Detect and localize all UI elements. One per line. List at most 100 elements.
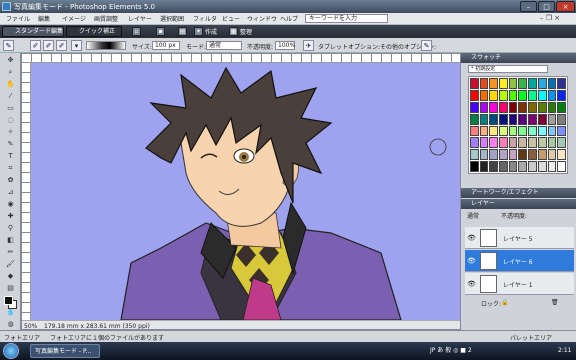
straighten-tool-icon[interactable]: ⊿ bbox=[5, 187, 16, 197]
blend-mode-select[interactable]: 通常 bbox=[467, 211, 479, 220]
color-swatch[interactable] bbox=[557, 89, 566, 101]
brush-tool-icon[interactable]: ✎ bbox=[3, 40, 14, 51]
color-swatch[interactable] bbox=[508, 125, 518, 137]
color-swatch[interactable] bbox=[557, 125, 566, 137]
eye-icon[interactable]: 👁 bbox=[467, 280, 476, 288]
color-swatch[interactable] bbox=[537, 125, 547, 137]
magic-wand-tool-icon[interactable]: ✧ bbox=[5, 127, 16, 137]
zoom-level[interactable]: 50% bbox=[24, 323, 37, 329]
brush-preset-picker[interactable]: ▾ bbox=[71, 40, 82, 51]
color-swatch[interactable] bbox=[537, 149, 547, 161]
color-swatch[interactable] bbox=[537, 78, 547, 89]
sponge-tool-icon[interactable]: ◍ bbox=[5, 319, 16, 329]
tab-standard-edit[interactable]: スタンダード編集 bbox=[2, 26, 64, 37]
swatch-set-select[interactable]: * 初期設定 bbox=[468, 65, 548, 73]
document-window-controls[interactable]: – ❐ × bbox=[540, 14, 560, 22]
color-swatch[interactable] bbox=[499, 113, 508, 125]
color-swatch[interactable] bbox=[557, 149, 566, 161]
clone-stamp-tool-icon[interactable]: ⚲ bbox=[5, 223, 16, 233]
crop-tool-icon[interactable]: ⌗ bbox=[5, 163, 16, 173]
color-swatch[interactable] bbox=[518, 89, 528, 101]
color-swatch[interactable] bbox=[470, 113, 479, 125]
color-swatch[interactable] bbox=[547, 161, 557, 172]
start-button[interactable] bbox=[3, 343, 19, 359]
color-swatch[interactable] bbox=[518, 101, 528, 113]
color-swatch[interactable] bbox=[479, 113, 489, 125]
color-swatch[interactable] bbox=[499, 137, 508, 149]
color-swatch[interactable] bbox=[499, 161, 508, 172]
minimize-button[interactable]: – bbox=[520, 1, 537, 12]
artwork-effects-panel-header[interactable]: アートワーク/エフェクト bbox=[461, 188, 576, 198]
color-swatch[interactable] bbox=[518, 161, 528, 172]
color-swatch[interactable] bbox=[518, 149, 528, 161]
marquee-tool-icon[interactable]: ▭ bbox=[5, 103, 16, 113]
color-swatch[interactable] bbox=[499, 78, 508, 89]
color-swatch[interactable] bbox=[528, 125, 537, 137]
new-file-icon[interactable]: ▫ bbox=[132, 27, 141, 36]
color-swatch[interactable] bbox=[479, 101, 489, 113]
color-swatch[interactable] bbox=[470, 78, 479, 89]
color-swatch[interactable] bbox=[557, 137, 566, 149]
organize-icon[interactable]: ▦ bbox=[229, 27, 238, 36]
layer-row[interactable]: 👁 レイヤー 1 bbox=[465, 273, 574, 295]
menu-view[interactable]: ビュー bbox=[222, 14, 240, 23]
color-swatch[interactable] bbox=[547, 89, 557, 101]
color-swatch[interactable] bbox=[470, 125, 479, 137]
opacity-input[interactable]: 100% bbox=[275, 41, 295, 50]
photo-bin-toggle[interactable]: フォトエリア bbox=[4, 333, 40, 342]
selection-brush-tool-icon[interactable]: ✎ bbox=[5, 139, 16, 149]
layers-panel-header[interactable]: レイヤー bbox=[461, 199, 576, 209]
color-swatch[interactable] bbox=[528, 149, 537, 161]
color-swatch[interactable] bbox=[547, 101, 557, 113]
gradient-tool-icon[interactable]: ▤ bbox=[5, 283, 16, 293]
color-swatch[interactable] bbox=[479, 78, 489, 89]
color-swatch[interactable] bbox=[479, 161, 489, 172]
color-swatch[interactable] bbox=[508, 149, 518, 161]
brush-options-icon[interactable]: ✎ bbox=[421, 40, 432, 51]
hand-tool-icon[interactable]: ✋ bbox=[5, 79, 16, 89]
red-eye-tool-icon[interactable]: ◉ bbox=[5, 199, 16, 209]
eyedropper-tool-icon[interactable]: ⁄ bbox=[5, 91, 16, 101]
menu-edit[interactable]: 編集 bbox=[38, 14, 50, 23]
color-swatch[interactable] bbox=[489, 125, 499, 137]
healing-brush-tool-icon[interactable]: ✚ bbox=[5, 211, 16, 221]
color-swatch[interactable] bbox=[557, 78, 566, 89]
print-icon[interactable]: ▤ bbox=[178, 27, 187, 36]
color-swatch[interactable] bbox=[537, 89, 547, 101]
help-search-input[interactable]: キーワードを入力 bbox=[305, 14, 388, 23]
color-swatch[interactable] bbox=[518, 113, 528, 125]
organize-button[interactable]: 整理 bbox=[240, 27, 252, 36]
trash-icon[interactable]: 🗑 bbox=[551, 299, 559, 306]
color-swatch[interactable] bbox=[499, 125, 508, 137]
size-input[interactable]: 100 px bbox=[152, 41, 180, 50]
color-swatch[interactable] bbox=[528, 161, 537, 172]
color-swatch[interactable] bbox=[479, 125, 489, 137]
color-swatch[interactable] bbox=[470, 101, 479, 113]
zoom-tool-icon[interactable]: ⌕ bbox=[5, 67, 16, 77]
brush-mode-icon[interactable]: ✐ bbox=[30, 40, 41, 51]
color-swatch[interactable] bbox=[489, 161, 499, 172]
color-swatch[interactable] bbox=[547, 113, 557, 125]
color-swatch[interactable] bbox=[470, 137, 479, 149]
layer-row[interactable]: 👁 レイヤー 5 bbox=[465, 227, 574, 249]
color-swatch[interactable] bbox=[508, 89, 518, 101]
paint-bucket-tool-icon[interactable]: ◆ bbox=[5, 271, 16, 281]
color-swatch[interactable] bbox=[470, 149, 479, 161]
airbrush-icon[interactable]: ✈ bbox=[303, 40, 314, 51]
color-swatch[interactable] bbox=[537, 137, 547, 149]
maximize-button[interactable]: □ bbox=[538, 1, 555, 12]
eye-icon[interactable]: 👁 bbox=[467, 257, 476, 265]
color-replace-icon[interactable]: ✐ bbox=[56, 40, 67, 51]
color-swatch[interactable] bbox=[470, 89, 479, 101]
menu-image[interactable]: イメージ bbox=[62, 14, 86, 23]
color-swatch[interactable] bbox=[547, 137, 557, 149]
layer-row-active[interactable]: 👁 レイヤー 6 bbox=[465, 250, 574, 272]
color-swatch[interactable] bbox=[508, 101, 518, 113]
menu-select[interactable]: 選択範囲 bbox=[160, 14, 184, 23]
menu-layer[interactable]: レイヤー bbox=[128, 14, 152, 23]
color-swatch[interactable] bbox=[547, 125, 557, 137]
color-swatch[interactable] bbox=[508, 161, 518, 172]
color-swatch[interactable] bbox=[528, 113, 537, 125]
color-swatch[interactable] bbox=[479, 137, 489, 149]
color-swatch[interactable] bbox=[499, 149, 508, 161]
